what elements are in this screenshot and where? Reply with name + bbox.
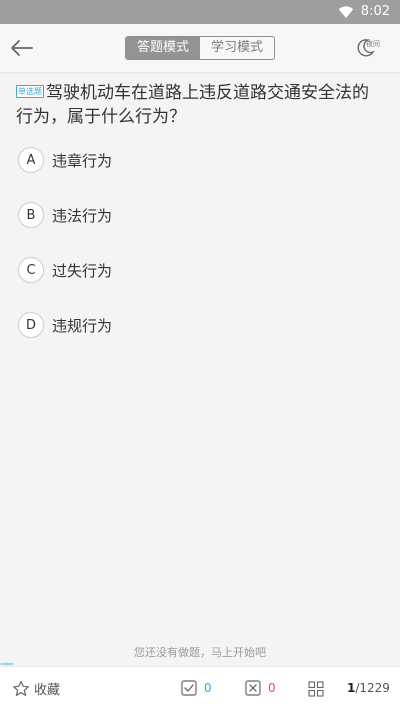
bottom-bar: 收藏 0 0 1/1229 (0, 666, 400, 711)
option-c[interactable]: C 过失行为 (18, 256, 112, 284)
status-time: 8:02 (360, 4, 390, 19)
page-indicator: 1/1229 (347, 681, 390, 695)
question-text: 单选题 驾驶机动车在道路上违反道路交通安全法的行为，属于什么行为？ (16, 81, 384, 129)
empty-hint: 您还没有做题，马上开始吧 (134, 646, 266, 659)
back-arrow-icon[interactable] (8, 36, 34, 60)
question-type-badge: 单选题 (16, 85, 44, 98)
night-mode-button[interactable]: 夜间 (350, 34, 384, 62)
option-b[interactable]: B 违法行为 (18, 201, 112, 229)
night-mode-label: 夜间 (366, 40, 380, 48)
star-icon (13, 680, 29, 696)
option-text: 违规行为 (52, 316, 113, 335)
mode-switch: 答题模式 学习模式 (125, 36, 275, 60)
favorite-label: 收藏 (34, 683, 61, 698)
wrong-count: 0 (268, 681, 276, 695)
check-square-icon (181, 680, 197, 696)
option-letter: A (18, 147, 44, 173)
top-bar: 答题模式 学习模式 夜间 (0, 24, 400, 73)
tab-answer-mode[interactable]: 答题模式 (126, 37, 200, 59)
status-bar: 8:02 (0, 0, 400, 24)
wifi-icon (338, 6, 354, 18)
correct-count: 0 (204, 681, 212, 695)
option-text: 过失行为 (52, 261, 113, 280)
option-text: 违法行为 (52, 206, 113, 225)
option-a[interactable]: A 违章行为 (18, 146, 112, 174)
grid-icon[interactable] (308, 681, 324, 697)
option-letter: B (18, 202, 44, 228)
tab-study-mode[interactable]: 学习模式 (200, 37, 274, 59)
page-total: /1229 (355, 681, 390, 695)
option-text: 违章行为 (52, 151, 113, 170)
option-d[interactable]: D 违规行为 (18, 311, 112, 339)
correct-count-button[interactable]: 0 (181, 680, 212, 696)
wrong-count-button[interactable]: 0 (245, 680, 276, 696)
option-letter: D (18, 312, 44, 338)
option-letter: C (18, 257, 44, 283)
question-stem: 驾驶机动车在道路上违反道路交通安全法的行为，属于什么行为？ (16, 83, 369, 127)
x-square-icon (245, 680, 261, 696)
question-area: 单选题 驾驶机动车在道路上违反道路交通安全法的行为，属于什么行为？ A 违章行为 … (0, 73, 400, 663)
favorite-button[interactable]: 收藏 (12, 679, 60, 698)
